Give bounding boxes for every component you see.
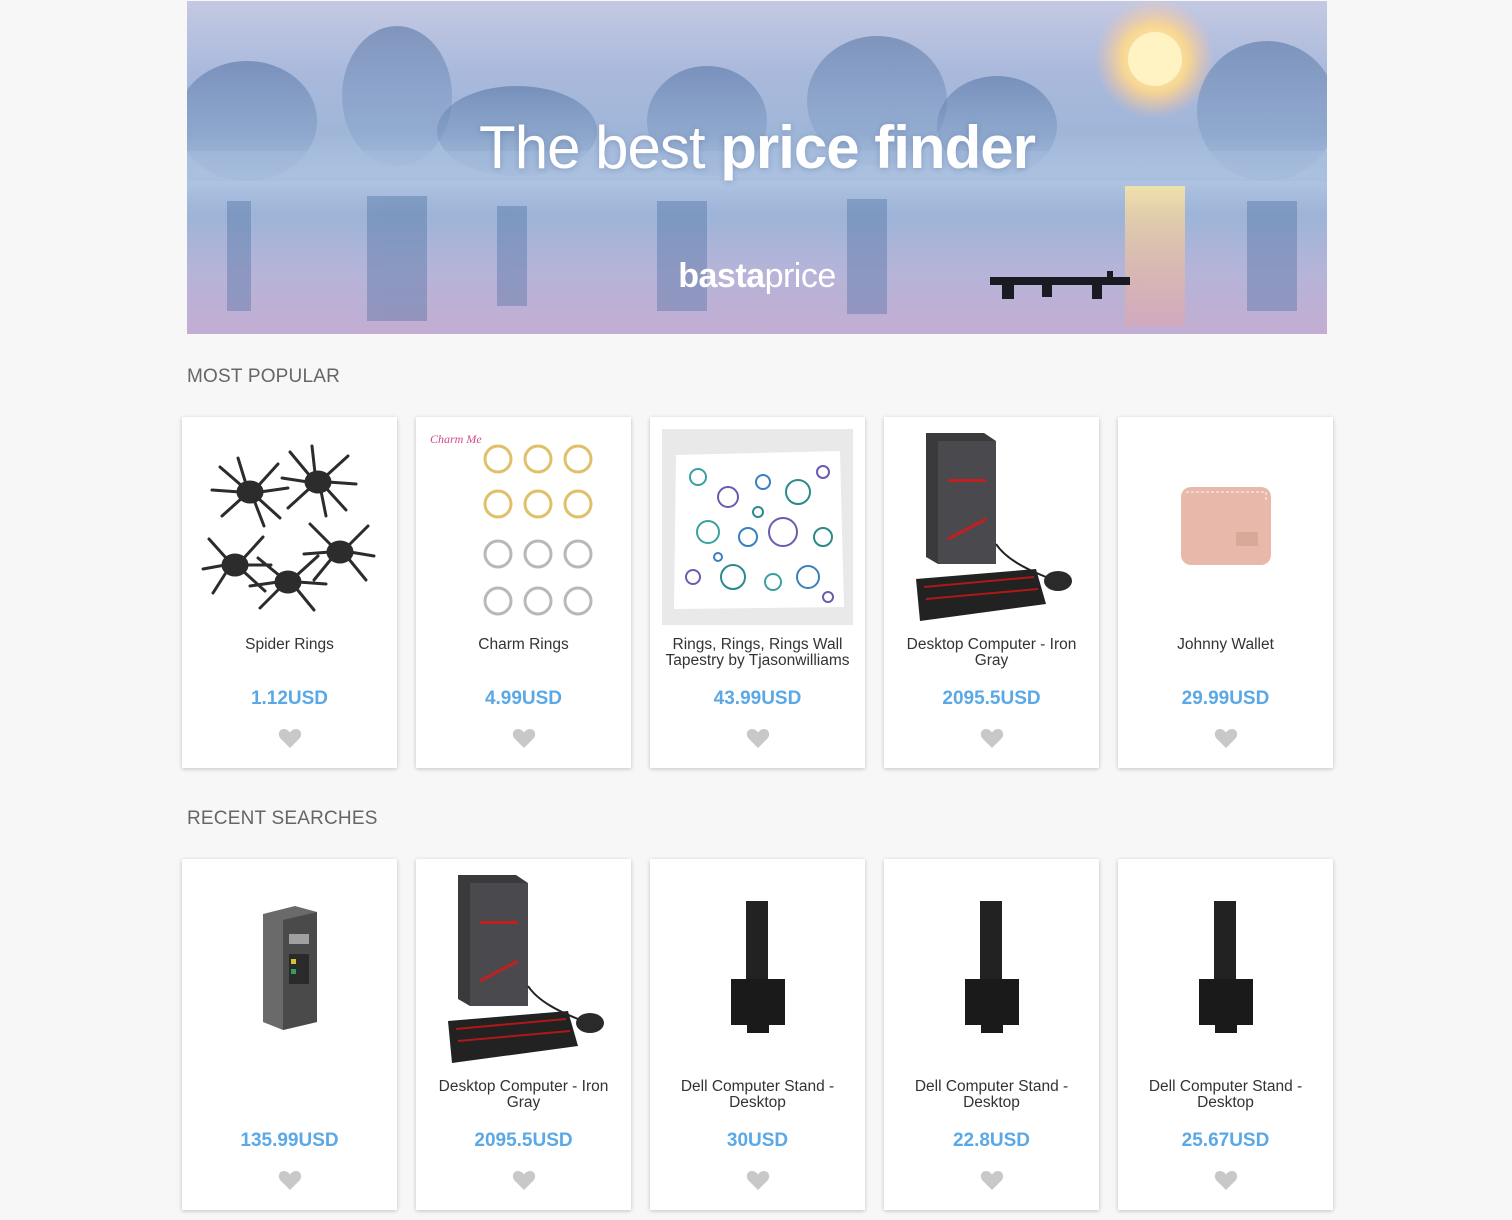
product-name[interactable]: Dell Computer Stand - Desktop xyxy=(894,1079,1089,1111)
heart-icon[interactable] xyxy=(512,727,536,749)
charm-rings-image: Charm Me xyxy=(430,432,593,616)
product-price: 135.99USD xyxy=(240,1130,339,1151)
heart-icon[interactable] xyxy=(980,727,1004,749)
product-card[interactable]: Charm Me Charm Rings 4.99USD xyxy=(416,417,631,768)
product-card[interactable]: Desktop Computer - Iron Gray 2095.5USD xyxy=(416,859,631,1210)
hero-banner: The best price finder bastaprice xyxy=(187,1,1327,334)
heart-icon[interactable] xyxy=(1214,1169,1238,1191)
product-price: 2095.5USD xyxy=(942,688,1041,709)
banner-headline: The best price finder xyxy=(187,113,1327,182)
product-image xyxy=(662,429,853,625)
product-image xyxy=(194,429,385,625)
page: The best price finder bastaprice MOST PO… xyxy=(0,0,1512,1220)
heart-icon[interactable] xyxy=(278,1169,302,1191)
tower-pc-image xyxy=(262,906,317,1030)
product-image xyxy=(896,871,1087,1067)
product-image xyxy=(1130,429,1321,625)
banner-headline-light: The best xyxy=(479,114,705,181)
recent-searches-title: RECENT SEARCHES xyxy=(187,808,378,829)
product-price: 4.99USD xyxy=(484,688,563,709)
product-price: 43.99USD xyxy=(713,688,802,709)
product-name[interactable]: Desktop Computer - Iron Gray xyxy=(426,1079,621,1111)
spider-rings-image xyxy=(201,444,375,612)
heart-icon[interactable] xyxy=(512,1169,536,1191)
product-name[interactable]: Johnny Wallet xyxy=(1128,637,1323,653)
logo-regular-part: price xyxy=(764,257,837,295)
desktop-computer-image xyxy=(448,875,604,1063)
product-image: Charm Me xyxy=(428,429,619,625)
heart-icon[interactable] xyxy=(278,727,302,749)
bastaprice-logo: bastaprice xyxy=(187,257,1327,296)
product-price: 22.8USD xyxy=(952,1130,1031,1151)
product-price: 30USD xyxy=(726,1130,789,1151)
product-name[interactable]: Dell Computer Stand - Desktop xyxy=(1128,1079,1323,1111)
product-name[interactable]: Charm Rings xyxy=(426,637,621,653)
product-card[interactable]: Spider Rings 1.12USD xyxy=(182,417,397,768)
heart-icon[interactable] xyxy=(1214,727,1238,749)
charm-me-label: Charm Me xyxy=(430,432,482,446)
product-image xyxy=(428,871,619,1067)
wallet-image xyxy=(1180,487,1271,565)
product-image xyxy=(896,429,1087,625)
product-name[interactable]: Dell Computer Stand - Desktop xyxy=(660,1079,855,1111)
banner-headline-bold: price finder xyxy=(720,114,1036,181)
product-image xyxy=(662,871,853,1067)
product-price: 25.67USD xyxy=(1181,1130,1270,1151)
product-image xyxy=(1130,871,1321,1067)
most-popular-grid: Spider Rings 1.12USD Charm Me Charm Ring… xyxy=(182,417,1333,768)
product-card[interactable]: Dell Computer Stand - Desktop 30USD xyxy=(650,859,865,1210)
computer-stand-image xyxy=(730,901,785,1033)
logo-bold-part: basta xyxy=(678,257,765,295)
product-price: 29.99USD xyxy=(1181,688,1270,709)
product-price: 1.12USD xyxy=(250,688,329,709)
product-card[interactable]: Rings, Rings, Rings Wall Tapestry by Tja… xyxy=(650,417,865,768)
product-name[interactable]: Rings, Rings, Rings Wall Tapestry by Tja… xyxy=(660,637,855,669)
desktop-computer-image xyxy=(916,433,1072,621)
product-card[interactable]: Desktop Computer - Iron Gray 2095.5USD xyxy=(884,417,1099,768)
product-image xyxy=(194,871,385,1067)
heart-icon[interactable] xyxy=(746,727,770,749)
heart-icon[interactable] xyxy=(746,1169,770,1191)
most-popular-title: MOST POPULAR xyxy=(187,366,341,387)
product-name[interactable]: Spider Rings xyxy=(192,637,387,653)
product-card[interactable]: Johnny Wallet 29.99USD xyxy=(1118,417,1333,768)
product-card[interactable]: Dell Computer Stand - Desktop 22.8USD xyxy=(884,859,1099,1210)
heart-icon[interactable] xyxy=(980,1169,1004,1191)
product-card[interactable]: Dell Computer Stand - Desktop 25.67USD xyxy=(1118,859,1333,1210)
computer-stand-image xyxy=(964,901,1019,1033)
product-name[interactable]: Desktop Computer - Iron Gray xyxy=(894,637,1089,669)
product-card[interactable]: 135.99USD xyxy=(182,859,397,1210)
product-price: 2095.5USD xyxy=(474,1130,573,1151)
tapestry-image xyxy=(673,451,844,609)
computer-stand-image xyxy=(1198,901,1253,1033)
recent-searches-grid: 135.99USD Desktop Computer - Iron Gray 2… xyxy=(182,859,1333,1210)
